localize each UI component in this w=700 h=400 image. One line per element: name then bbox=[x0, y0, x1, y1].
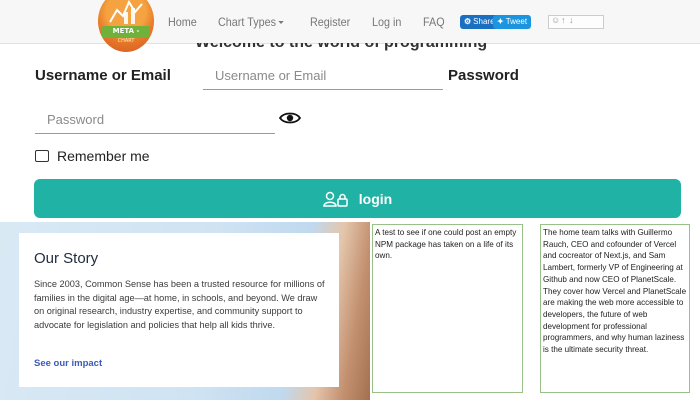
news-box-podcast: The home team talks with Guillermo Rauch… bbox=[540, 224, 690, 393]
logo-subtext: CHART bbox=[117, 38, 135, 44]
logo-text: META - bbox=[112, 27, 140, 35]
story-card: Our Story Since 2003, Common Sense has b… bbox=[19, 233, 339, 387]
top-navbar: META - CHART Home Chart Types Register L… bbox=[0, 0, 700, 52]
story-title: Our Story bbox=[34, 250, 99, 267]
twitter-icon: ✦ bbox=[497, 17, 504, 26]
nav-login-link[interactable]: Log in bbox=[372, 15, 401, 29]
vote-widget[interactable]: ☺ ↑ ↓ bbox=[548, 15, 604, 29]
remember-me-checkbox[interactable] bbox=[35, 150, 49, 162]
tweet-button[interactable]: ✦ Tweet bbox=[493, 15, 532, 29]
reddit-icon: ☺ bbox=[551, 15, 561, 25]
logo-chart-icon bbox=[109, 0, 143, 24]
remember-me-label: Remember me bbox=[57, 148, 150, 164]
site-logo[interactable]: META - CHART bbox=[98, 0, 154, 52]
nav-home-link[interactable]: Home bbox=[168, 15, 197, 29]
see-impact-link[interactable]: See our impact bbox=[34, 358, 102, 369]
news-box-npm: A test to see if one could post an empty… bbox=[372, 224, 523, 393]
remember-me-row: Remember me bbox=[35, 148, 150, 164]
password-label: Password bbox=[448, 67, 519, 84]
story-body: Since 2003, Common Sense has been a trus… bbox=[34, 279, 325, 330]
login-label: login bbox=[358, 190, 393, 207]
downvote-icon: ↓ bbox=[569, 15, 574, 25]
username-input[interactable] bbox=[203, 62, 443, 90]
nav-faq-link[interactable]: FAQ bbox=[423, 15, 445, 29]
username-label: Username or Email bbox=[35, 67, 171, 84]
user-lock-icon bbox=[323, 191, 348, 207]
share-icon: ⚙ bbox=[464, 17, 472, 26]
chevron-down-icon bbox=[278, 21, 285, 25]
nav-register-link[interactable]: Register bbox=[310, 15, 350, 29]
show-password-icon[interactable] bbox=[278, 111, 302, 130]
nav-links: Home Chart Types Register Log in FAQ bbox=[168, 15, 447, 29]
upvote-icon: ↑ bbox=[561, 15, 566, 25]
password-input[interactable] bbox=[35, 106, 275, 134]
login-button[interactable]: login bbox=[34, 179, 681, 218]
nav-chart-types-dropdown[interactable]: Chart Types bbox=[218, 15, 285, 29]
share-label: Share bbox=[473, 17, 495, 26]
nav-chart-types-label: Chart Types bbox=[218, 15, 277, 29]
tweet-label: Tweet bbox=[505, 17, 528, 26]
